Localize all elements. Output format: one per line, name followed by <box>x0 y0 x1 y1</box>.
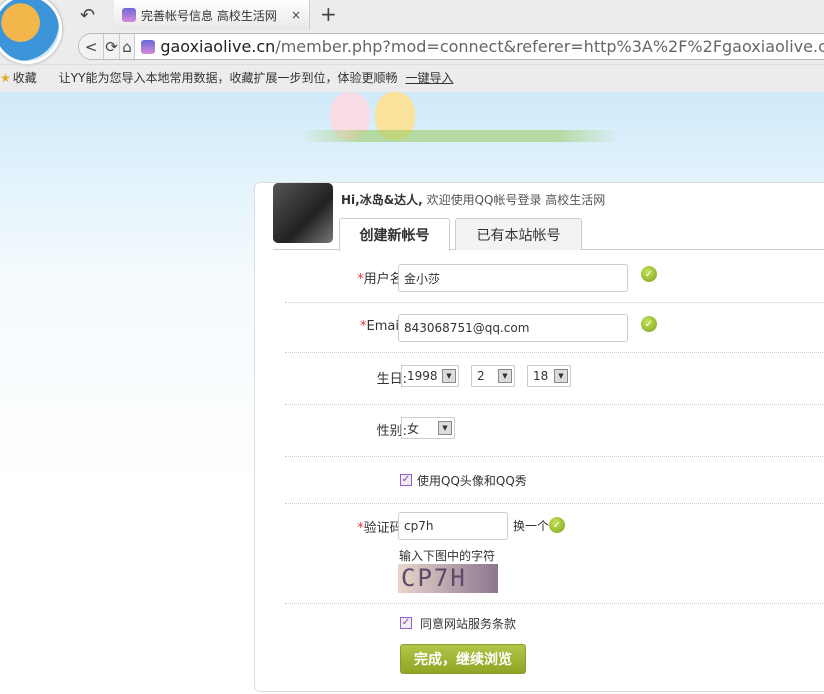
check-icon: ✓ <box>641 266 657 282</box>
captcha-image[interactable]: CP7H <box>398 564 498 593</box>
captcha-input[interactable]: cp7h <box>398 512 508 540</box>
greeting-text: 欢迎使用QQ帐号登录 高校生活网 <box>422 193 606 207</box>
bookmarks-button[interactable]: 收藏 <box>13 69 37 86</box>
username-row: *用户名: 金小莎 ✓ <box>285 250 824 303</box>
chevron-down-icon: ▼ <box>442 369 456 383</box>
agree-terms-label[interactable]: 同意网站服务条款 <box>420 615 516 632</box>
use-qq-avatar-checkbox[interactable]: ✓ <box>400 474 412 486</box>
chevron-down-icon: ▼ <box>554 369 568 383</box>
chevron-down-icon: ▼ <box>438 421 452 435</box>
home-icon[interactable]: ⌂ <box>119 34 136 59</box>
use-qq-avatar-label: 使用QQ头像和QQ秀 <box>417 474 527 488</box>
favicon-icon <box>122 8 136 22</box>
site-favicon-icon <box>141 39 156 54</box>
birthday-row: 生日: 1998 ▼ 2 ▼ 18 ▼ <box>285 353 824 405</box>
user-name: Hi,冰岛&达人, <box>341 193 423 207</box>
email-row: *Email: 843068751@qq.com ✓ <box>285 303 824 353</box>
captcha-hint: 输入下图中的字符 <box>399 549 496 563</box>
birth-year-select[interactable]: 1998 ▼ <box>401 365 459 387</box>
back-icon[interactable]: < <box>79 34 105 59</box>
chevron-down-icon: ▼ <box>498 369 512 383</box>
tab-title: 完善帐号信息 高校生活网 <box>141 8 277 23</box>
import-tip: 让YY能为您导入本地常用数据，收藏扩展一步到位，体验更顺畅 <box>58 71 398 85</box>
url-host: gaoxiaolive.cn <box>160 37 276 56</box>
greeting: Hi,冰岛&达人, 欢迎使用QQ帐号登录 高校生活网 <box>341 191 605 208</box>
refresh-icon[interactable]: ⟳ <box>104 34 120 59</box>
birth-day-select[interactable]: 18 ▼ <box>527 365 571 387</box>
address-bar: < ⟳ ⌂ gaoxiaolive.cn/member.php?mod=conn… <box>78 33 824 60</box>
new-tab-button[interactable]: + <box>320 2 337 26</box>
bookmark-bar: ★ 收藏 让YY能为您导入本地常用数据，收藏扩展一步到位，体验更顺畅 一键导入 <box>0 64 824 90</box>
captcha-row: *验证码: cp7h 换一个 ✓ 输入下图中的字符 <box>285 504 824 604</box>
url-path: /member.php?mod=connect&referer=http%3A%… <box>275 37 824 56</box>
check-icon: ✓ <box>641 316 657 332</box>
birth-month-select[interactable]: 2 ▼ <box>471 365 515 387</box>
tab-create-account[interactable]: 创建新帐号 <box>339 218 450 251</box>
gender-row: 性别: 女 ▼ <box>285 405 824 457</box>
username-input[interactable]: 金小莎 <box>398 264 628 292</box>
register-card: Hi,冰岛&达人, 欢迎使用QQ帐号登录 高校生活网 创建新帐号 已有本站帐号 … <box>254 182 824 692</box>
close-tab-icon[interactable]: × <box>291 8 301 22</box>
agree-terms-checkbox[interactable]: ✓ <box>400 617 412 629</box>
check-icon: ✓ <box>549 517 565 533</box>
qq-avatar-row: ✓ 使用QQ头像和QQ秀 <box>285 457 824 504</box>
import-link[interactable]: 一键导入 <box>405 69 453 86</box>
star-icon: ★ <box>0 70 11 85</box>
browser-logo[interactable] <box>0 0 62 64</box>
captcha-refresh-link[interactable]: 换一个 <box>513 517 549 534</box>
account-tabs: 创建新帐号 已有本站帐号 <box>273 218 824 251</box>
browser-chrome: ↶ 完善帐号信息 高校生活网 × + < ⟳ ⌂ gaoxiaolive.cn /… <box>0 0 824 92</box>
undo-close-tab-icon[interactable]: ↶ <box>80 5 95 26</box>
grass-decoration <box>300 130 620 142</box>
url-input[interactable]: gaoxiaolive.cn/member.php?mod=connect&re… <box>135 37 824 56</box>
email-input[interactable]: 843068751@qq.com <box>398 314 628 342</box>
browser-tab[interactable]: 完善帐号信息 高校生活网 × <box>114 0 310 30</box>
gender-select[interactable]: 女 ▼ <box>401 417 455 439</box>
tab-existing-account[interactable]: 已有本站帐号 <box>455 218 582 250</box>
submit-button[interactable]: 完成，继续浏览 <box>400 644 526 674</box>
